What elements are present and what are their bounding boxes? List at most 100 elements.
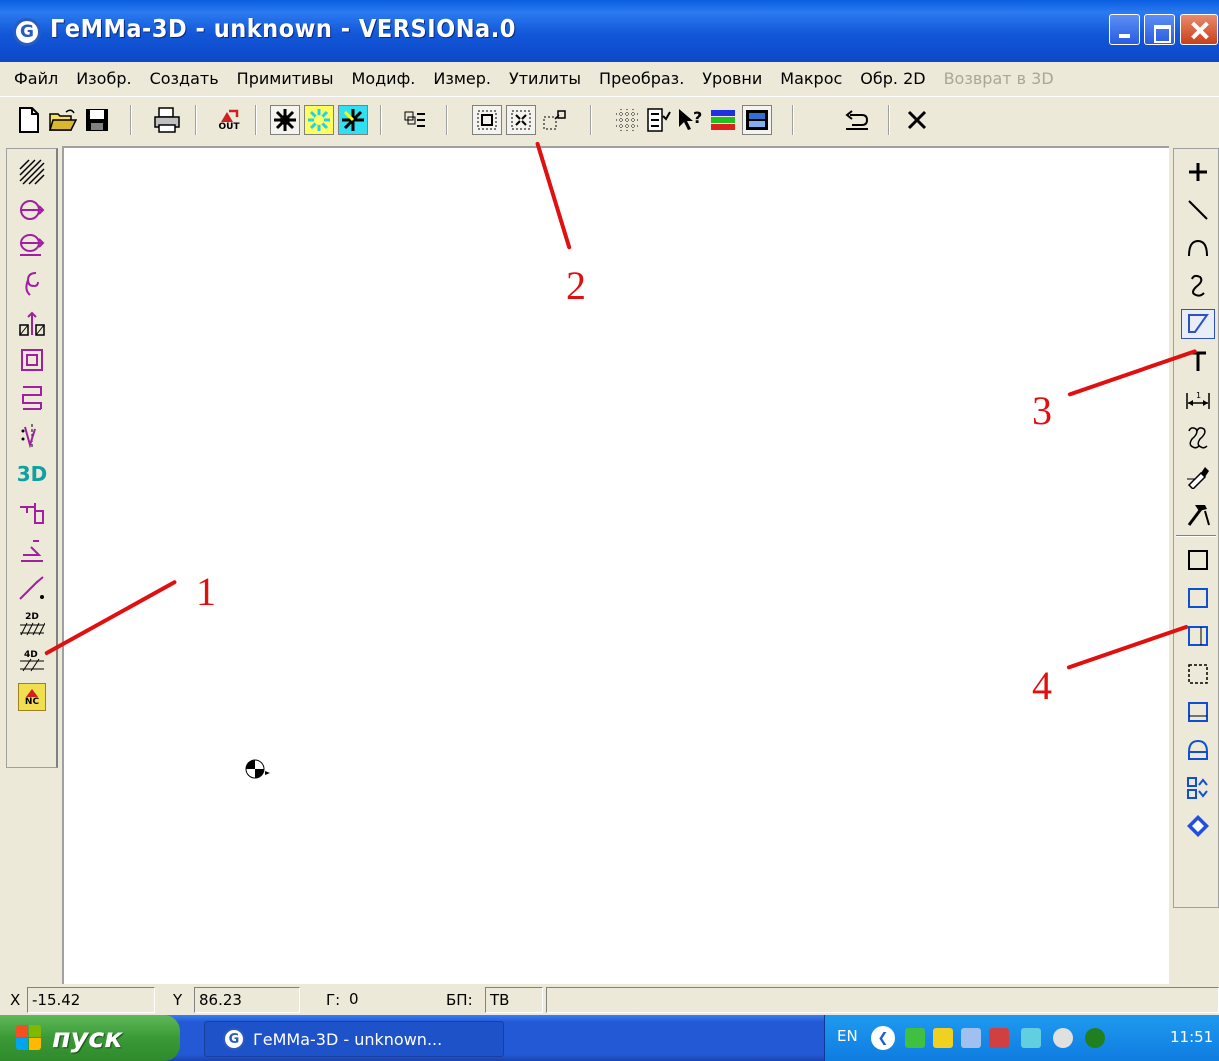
view-bottom-icon[interactable]: [1181, 697, 1215, 727]
tray-bug-icon[interactable]: [1085, 1028, 1105, 1048]
calculator-icon[interactable]: [742, 105, 772, 135]
tray-network-icon[interactable]: [905, 1028, 925, 1048]
cancel-icon[interactable]: [902, 105, 932, 135]
taskbar: пуск G ГеММа-3D - unknown... EN ❮ 11:51: [0, 1015, 1219, 1061]
toolbar-separator: [380, 105, 382, 135]
menu-file[interactable]: Файл: [0, 69, 67, 88]
bp-label: БП:: [446, 991, 473, 1009]
spline-icon[interactable]: [1181, 271, 1215, 301]
clock[interactable]: 11:51: [1170, 1028, 1213, 1046]
extrude-icon[interactable]: [16, 309, 48, 339]
title-bar[interactable]: G ГеММа-3D - unknown - VERSIONa.0: [0, 0, 1219, 62]
print-icon[interactable]: [152, 105, 182, 135]
menu-image[interactable]: Изобр.: [67, 69, 140, 88]
toolbar-separator: [255, 105, 257, 135]
tray-security-icon[interactable]: [1021, 1028, 1041, 1048]
hatch-icon[interactable]: [16, 157, 48, 187]
restore-button[interactable]: [1144, 14, 1175, 45]
menu-process-2d[interactable]: Обр. 2D: [851, 69, 934, 88]
mirror-icon[interactable]: [16, 421, 48, 451]
arc-icon[interactable]: [1181, 233, 1215, 263]
zoom-dynamic-icon[interactable]: [540, 105, 570, 135]
line-icon[interactable]: [1181, 195, 1215, 225]
equidistant-icon[interactable]: [1181, 423, 1215, 453]
hammer-icon[interactable]: [1181, 499, 1215, 529]
tray-flag-icon[interactable]: [989, 1028, 1009, 1048]
message-field: [546, 987, 1219, 1013]
out-icon[interactable]: OUT: [214, 105, 244, 135]
dimension-icon[interactable]: 1: [1181, 385, 1215, 415]
zoom-window-icon[interactable]: [472, 105, 502, 135]
app-logo-icon[interactable]: G: [13, 18, 41, 46]
minimize-button[interactable]: [1109, 14, 1140, 45]
contour-icon[interactable]: [1181, 309, 1215, 339]
bp-field: ТВ: [485, 987, 543, 1013]
rotate-extrude-2-icon[interactable]: [16, 231, 48, 261]
process-2d-icon[interactable]: 2D: [16, 609, 48, 639]
window-title: ГеММа-3D - unknown - VERSIONa.0: [50, 14, 516, 43]
menu-measure[interactable]: Измер.: [424, 69, 500, 88]
drawing-canvas[interactable]: [62, 146, 1169, 984]
loft-icon[interactable]: [16, 383, 48, 413]
open-folder-icon[interactable]: [48, 105, 78, 135]
view-dome-icon[interactable]: [1181, 735, 1215, 765]
nc-label: NC: [24, 696, 40, 707]
save-icon[interactable]: [82, 105, 112, 135]
help-pointer-icon[interactable]: ?: [676, 105, 706, 135]
view-top-icon[interactable]: [1181, 583, 1215, 613]
start-button[interactable]: пуск: [0, 1015, 180, 1061]
origin-marker-icon: [243, 757, 273, 783]
level-field: 0: [345, 987, 401, 1013]
tray-app-icon[interactable]: [933, 1028, 953, 1048]
spiral-icon[interactable]: [16, 269, 48, 299]
tray-expand-icon[interactable]: ❮: [871, 1026, 895, 1050]
menu-return-3d[interactable]: Возврат в 3D: [935, 69, 1063, 88]
mode-3d-label[interactable]: 3D: [16, 459, 48, 489]
view-layout-icon[interactable]: [1181, 773, 1215, 803]
menu-levels[interactable]: Уровни: [693, 69, 771, 88]
rotate-extrude-icon[interactable]: [16, 195, 48, 225]
section-icon[interactable]: [16, 497, 48, 527]
out-label: OUT: [218, 121, 240, 132]
undo-icon[interactable]: [842, 105, 872, 135]
view-dashed-icon[interactable]: [1181, 659, 1215, 689]
menu-utilities[interactable]: Утилиты: [500, 69, 590, 88]
start-label: пуск: [52, 1022, 123, 1054]
view-front-icon[interactable]: [1181, 545, 1215, 575]
close-button[interactable]: [1180, 14, 1218, 45]
pen-edit-icon[interactable]: [1181, 461, 1215, 491]
point-icon[interactable]: [1181, 157, 1215, 187]
menu-bar: Файл Изобр. Создать Примитивы Модиф. Изм…: [0, 62, 1219, 94]
menu-modify[interactable]: Модиф.: [343, 69, 425, 88]
menu-macro[interactable]: Макрос: [771, 69, 851, 88]
star-cyan-icon[interactable]: [338, 105, 368, 135]
toolbar-separator: [888, 105, 890, 135]
menu-primitives[interactable]: Примитивы: [228, 69, 343, 88]
taskbar-app-button[interactable]: G ГеММа-3D - unknown...: [204, 1021, 504, 1057]
menu-create[interactable]: Создать: [141, 69, 228, 88]
layer-list-icon[interactable]: [400, 105, 430, 135]
menu-transform[interactable]: Преобраз.: [590, 69, 693, 88]
svg-text:?: ?: [693, 108, 702, 127]
list-check-icon[interactable]: [644, 105, 674, 135]
process-4d-icon[interactable]: 4D: [16, 645, 48, 675]
toolbar-separator: [130, 105, 132, 135]
tray-search-icon[interactable]: [1053, 1028, 1073, 1048]
language-indicator[interactable]: EN: [837, 1027, 858, 1045]
new-file-icon[interactable]: [14, 105, 44, 135]
view-iso-icon[interactable]: [1181, 811, 1215, 841]
star-black-icon[interactable]: [270, 105, 300, 135]
grid-icon[interactable]: [612, 105, 642, 135]
windows-logo-icon: [16, 1025, 42, 1051]
star-yellow-icon[interactable]: [304, 105, 334, 135]
offset-square-icon[interactable]: [16, 345, 48, 375]
toolbar-separator: [446, 105, 448, 135]
system-tray: EN ❮ 11:51: [824, 1015, 1219, 1061]
profile-icon[interactable]: [16, 535, 48, 565]
annotation-1: 1: [196, 569, 216, 614]
tray-display-icon[interactable]: [961, 1028, 981, 1048]
dimension-chain-icon[interactable]: [16, 573, 48, 603]
nc-icon[interactable]: NC: [18, 683, 46, 711]
color-bars-icon[interactable]: [708, 105, 738, 135]
zoom-fit-icon[interactable]: [506, 105, 536, 135]
